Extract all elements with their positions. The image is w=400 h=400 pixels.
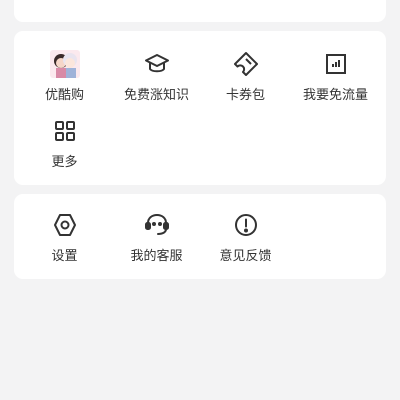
service-label: 我要免流量 (302, 88, 368, 103)
graduation-cap-icon (141, 49, 173, 79)
service-label: 更多 (51, 155, 78, 170)
ticket-icon (230, 49, 262, 79)
customer-service-icon (141, 210, 173, 240)
service-label: 免费涨知识 (123, 88, 189, 103)
service-free-data[interactable]: 我要免流量 (289, 49, 382, 113)
service-free-knowledge[interactable]: 免费涨知识 (110, 49, 203, 113)
settings-label: 意见反馈 (219, 249, 272, 264)
top-card (14, 0, 386, 22)
service-more[interactable]: 更多 (18, 116, 111, 180)
settings-item-feedback[interactable]: 意见反馈 (199, 210, 292, 274)
service-label: 卡券包 (225, 88, 265, 103)
settings-label: 设置 (51, 249, 78, 264)
service-coupon-wallet[interactable]: 卡券包 (199, 49, 292, 113)
service-youku-shop[interactable]: 优酷购 (18, 49, 111, 113)
services-card: 优酷购 免费涨知识 卡券包 我要免流量 更多 (14, 31, 386, 185)
anime-avatar-icon (49, 49, 81, 79)
settings-item-settings[interactable]: 设置 (18, 210, 111, 274)
grid-icon (49, 116, 81, 146)
hexagon-gear-icon (49, 210, 81, 240)
settings-item-customer-service[interactable]: 我的客服 (110, 210, 203, 274)
exclamation-circle-icon (230, 210, 262, 240)
settings-card: 设置 我的客服 意见反馈 (14, 194, 386, 279)
data-chart-icon (320, 49, 352, 79)
settings-label: 我的客服 (130, 249, 183, 264)
service-label: 优酷购 (44, 88, 84, 103)
